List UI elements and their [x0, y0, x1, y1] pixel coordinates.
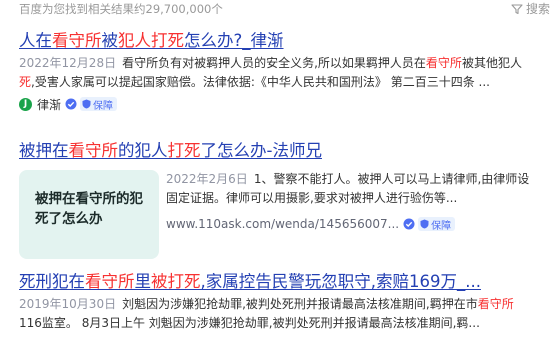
search-result: 死刑犯在看守所里被打死,家属控告民警玩忽职守,索赔169万_... 2019年1… — [19, 271, 550, 333]
thumbnail-text-line1: 被押在看守所的犯 — [35, 191, 143, 207]
source-name[interactable]: 律渐 — [37, 96, 61, 113]
result-title: 被押在看守所的犯人打死了怎么办-法师兄 — [19, 140, 550, 162]
search-result: 被押在看守所的犯人打死了怎么办-法师兄 被押在看守所的犯 死了怎么办 2022年… — [19, 140, 550, 259]
shield-icon — [420, 219, 429, 229]
result-title: 人在看守所被犯人打死怎么办?_律渐 — [19, 30, 550, 52]
verified-check-icon — [65, 98, 77, 110]
guarantee-badge[interactable]: 保障 — [80, 97, 118, 112]
verified-check-icon — [403, 218, 415, 230]
result-abstract: 2022年12月28日 看守所负有对被羁押人员的安全义务,所以如果羁押人员在看守所… — [19, 56, 522, 89]
result-title-link[interactable]: 被押在看守所的犯人打死了怎么办-法师兄 — [19, 141, 322, 160]
result-url[interactable]: www.110ask.com/wenda/145656007... — [166, 217, 399, 231]
results-header: 百度为您找到相关结果约29,700,000个 搜索 — [0, 0, 550, 18]
result-count: 百度为您找到相关结果约29,700,000个 — [19, 2, 223, 16]
result-thumbnail[interactable]: 被押在看守所的犯 死了怎么办 — [19, 170, 159, 259]
shield-icon — [82, 99, 91, 109]
result-abstract: 2022年2月6日 1、警察不能打人。被押人可以马上请律师,由律师设 固定证据。律… — [166, 172, 530, 205]
result-date: 2019年10月30日 — [19, 297, 117, 311]
result-source: J 律渐 保障 — [19, 94, 550, 114]
result-source: www.110ask.com/wenda/145656007... 保障 — [166, 214, 550, 234]
result-title-link[interactable]: 死刑犯在看守所里被打死,家属控告民警玩忽职守,索赔169万_... — [19, 272, 481, 291]
filter-icon — [511, 4, 523, 15]
result-title-link[interactable]: 人在看守所被犯人打死怎么办?_律渐 — [19, 31, 284, 50]
result-abstract: 2019年10月30日 刘魁因为涉嫌犯抢劫罪,被判处死刑并报请最高法核准期间,羁押… — [19, 297, 514, 330]
search-tools-button[interactable]: 搜索 — [511, 0, 550, 17]
site-logo-icon: J — [19, 97, 32, 111]
result-title: 死刑犯在看守所里被打死,家属控告民警玩忽职守,索赔169万_... — [19, 271, 550, 293]
guarantee-badge[interactable]: 保障 — [418, 217, 456, 232]
search-tools-label: 搜索 — [525, 2, 550, 16]
result-date: 2022年2月6日 — [166, 172, 248, 186]
result-date: 2022年12月28日 — [19, 56, 117, 70]
search-result: 人在看守所被犯人打死怎么办?_律渐 2022年12月28日 看守所负有对被羁押人员… — [19, 30, 550, 114]
thumbnail-text-line2: 死了怎么办 — [35, 211, 103, 227]
